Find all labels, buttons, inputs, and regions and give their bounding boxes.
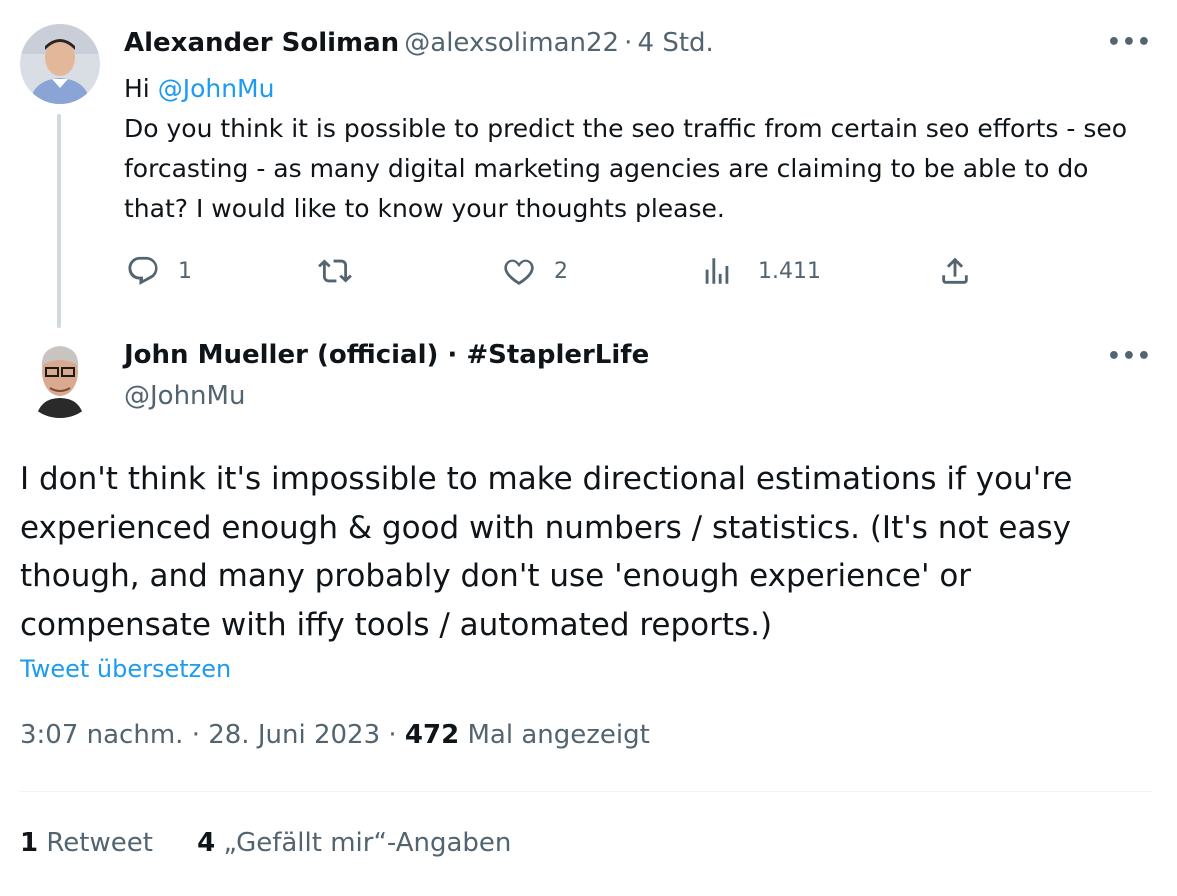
heart-icon <box>504 259 534 285</box>
main-more-options-icon[interactable]: ••• <box>1107 344 1152 369</box>
main-author-handle[interactable]: @JohnMu <box>124 381 245 411</box>
parent-header-separator: · <box>624 28 633 58</box>
tweet-views-count: 472 <box>404 720 460 750</box>
likes-count: 4 <box>197 828 216 858</box>
parent-greeting: Hi <box>124 74 150 103</box>
thread-connector-line <box>57 114 61 328</box>
like-button[interactable]: 2 <box>502 254 568 288</box>
reply-count: 1 <box>178 258 192 284</box>
avatar-john-mueller[interactable] <box>20 338 100 418</box>
parent-mention-link[interactable]: @JohnMu <box>158 74 275 103</box>
retweets-count: 1 <box>20 828 39 858</box>
avatar-alexander-soliman[interactable] <box>20 24 100 104</box>
likes-stat[interactable]: 4 „Gefällt mir“-Angaben <box>197 828 511 858</box>
like-count: 2 <box>554 258 568 284</box>
retweets-stat[interactable]: 1 Retweet <box>20 828 153 858</box>
reply-button[interactable]: 1 <box>126 254 192 288</box>
views-button[interactable]: 1.411 <box>700 254 821 288</box>
parent-author-name[interactable]: Alexander Soliman <box>124 28 399 58</box>
parent-tweet-time[interactable]: 4 Std. <box>638 28 714 58</box>
parent-author-handle[interactable]: @alexsoliman22 <box>404 28 619 58</box>
main-tweet-text: I don't think it's impossible to make di… <box>20 461 1073 643</box>
share-button[interactable] <box>938 254 972 288</box>
view-count: 1.411 <box>758 258 821 284</box>
tweet-meta: 3:07 nachm. · 28. Juni 2023 · 472 Mal an… <box>20 720 650 750</box>
parent-tweet-header: Alexander Soliman @alexsoliman22 · 4 Std… <box>124 28 714 58</box>
avatar-image <box>20 24 100 104</box>
analytics-icon <box>705 258 729 284</box>
parent-tweet-text: Do you think it is possible to predict t… <box>124 114 1128 223</box>
retweets-label: Retweet <box>46 828 153 858</box>
tweet-views-label: Mal angezeigt <box>467 720 650 750</box>
parent-tweet-body: Hi @JohnMu Do you think it is possible t… <box>124 69 1154 229</box>
share-icon <box>942 257 968 284</box>
main-author-name-wrap: John Mueller (official) · #StaplerLife <box>124 340 649 370</box>
likes-label: „Gefällt mir“-Angaben <box>223 828 512 858</box>
parent-more-options-icon[interactable]: ••• <box>1107 30 1152 55</box>
reply-icon <box>128 256 158 285</box>
parent-greeting-line: Hi @JohnMu <box>124 69 1154 109</box>
retweet-button[interactable] <box>318 254 370 288</box>
avatar-image <box>20 338 100 418</box>
tweet-timestamp[interactable]: 3:07 nachm. · 28. Juni 2023 · <box>20 720 397 750</box>
translate-tweet-link[interactable]: Tweet übersetzen <box>20 655 231 683</box>
retweet-icon <box>318 259 352 283</box>
tweet-stats: 1 Retweet 4 „Gefällt mir“-Angaben <box>20 828 511 858</box>
main-author-name[interactable]: John Mueller (official) · #StaplerLife <box>124 340 649 370</box>
divider <box>20 791 1152 792</box>
